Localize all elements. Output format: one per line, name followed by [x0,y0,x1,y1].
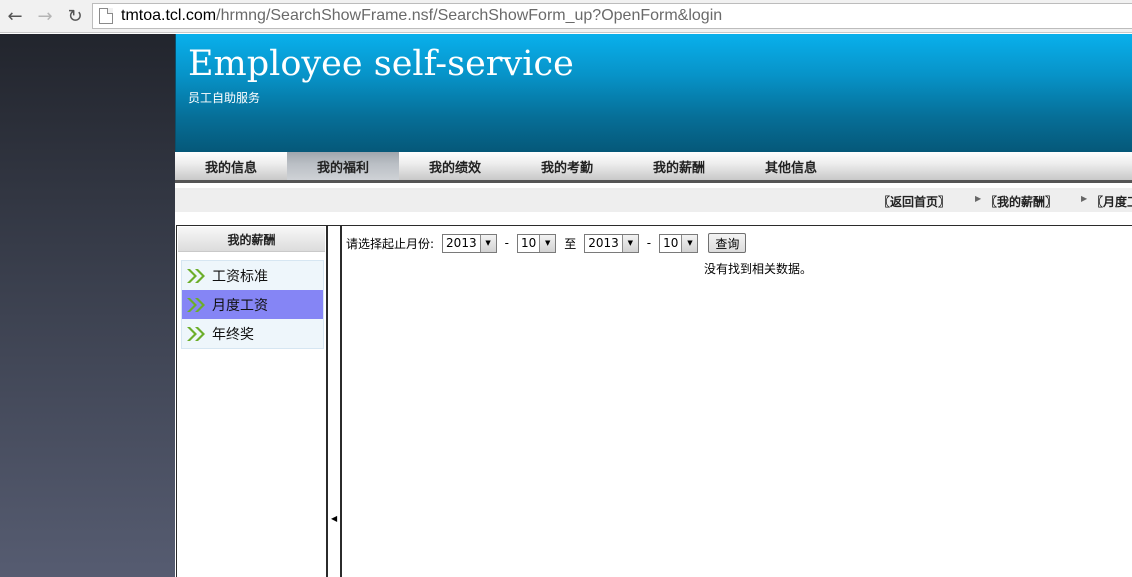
end-month-select[interactable]: 10 ▼ [659,233,699,253]
start-year-value: 2013 [446,236,477,250]
breadcrumb-home-link[interactable]: 〖返回首页〗 [878,193,950,210]
nav-item-my-attendance[interactable]: 我的考勤 [511,152,623,180]
start-month-select[interactable]: 10 ▼ [516,233,557,253]
query-button[interactable]: 查询 [708,233,747,253]
nav-item-my-info[interactable]: 我的信息 [175,152,287,180]
dropdown-arrow-icon[interactable]: ▼ [539,234,556,252]
end-year-value: 2013 [588,236,619,250]
dash-separator: - [646,236,652,250]
double-chevron-icon [187,268,205,283]
back-arrow-icon[interactable]: ← [4,5,26,27]
side-menu-item-label: 年终奖 [212,326,254,343]
no-data-message: 没有找到相关数据。 [704,262,813,276]
url-host: tmtoa.tcl.com [121,7,217,24]
side-menu-item-monthly-salary[interactable]: 月度工资 [182,290,323,319]
dropdown-arrow-icon[interactable]: ▼ [479,234,496,252]
end-year-select[interactable]: 2013 ▼ [584,233,639,253]
nav-item-my-performance[interactable]: 我的绩效 [399,152,511,180]
side-menu-item-label: 月度工资 [212,297,268,314]
start-year-select[interactable]: 2013 ▼ [442,233,497,253]
breadcrumb-current[interactable]: 〖月度工资〗 [1091,193,1132,210]
address-bar[interactable]: tmtoa.tcl.com/hrmng/SearchShowFrame.nsf/… [92,3,1132,29]
page-icon [99,8,113,24]
site-title: Employee self-service [188,44,574,84]
url-path: /hrmng/SearchShowFrame.nsf/SearchShowFor… [216,7,723,24]
forward-arrow-icon[interactable]: → [34,5,56,27]
collapse-arrow-icon[interactable]: ◀ [331,514,337,523]
start-month-value: 10 [520,236,537,250]
query-form: 请选择起止月份: 2013 ▼ - 10 ▼ 至 2013 ▼ - 10 ▼ 查… [346,232,747,254]
double-chevron-icon [187,326,205,341]
breadcrumb: 〖返回首页〗 ▶ 〖我的薪酬〗 ▶ 〖月度工资〗 [175,188,1132,212]
nav-item-other-info[interactable]: 其他信息 [735,152,847,180]
browser-toolbar: ← → ↻ tmtoa.tcl.com/hrmng/SearchShowFram… [0,0,1132,33]
side-menu-item-label: 工资标准 [212,268,268,285]
reload-icon[interactable]: ↻ [64,5,86,27]
side-menu-list: 工资标准 月度工资 年终奖 [181,260,324,349]
dropdown-arrow-icon[interactable]: ▼ [621,234,638,252]
end-month-value: 10 [663,236,679,250]
breadcrumb-arrow-icon: ▶ [1081,194,1088,203]
site-subtitle: 员工自助服务 [188,91,261,105]
to-separator: 至 [564,236,577,251]
side-menu-title: 我的薪酬 [178,227,325,252]
side-menu: 我的薪酬 工资标准 月度工资 年终奖 [176,225,328,577]
nav-item-my-benefits[interactable]: 我的福利 [287,152,399,180]
side-menu-item-year-end-bonus[interactable]: 年终奖 [182,319,323,348]
url-text[interactable]: tmtoa.tcl.com/hrmng/SearchShowFrame.nsf/… [121,7,722,25]
frame-splitter[interactable]: ◀ [328,225,342,577]
main-nav: 我的信息 我的福利 我的绩效 我的考勤 我的薪酬 其他信息 [175,152,1132,183]
date-range-label: 请选择起止月份: [346,236,435,251]
header-banner: Employee self-service 员工自助服务 [175,34,1132,152]
side-menu-item-salary-standard[interactable]: 工资标准 [182,261,323,290]
double-chevron-icon [187,297,205,312]
left-background-panel [0,34,175,577]
main-content: 请选择起止月份: 2013 ▼ - 10 ▼ 至 2013 ▼ - 10 ▼ 查… [342,225,1132,577]
nav-item-my-salary[interactable]: 我的薪酬 [623,152,735,180]
dropdown-arrow-icon[interactable]: ▼ [681,234,698,252]
breadcrumb-arrow-icon: ▶ [975,194,982,203]
dash-separator: - [504,236,509,250]
breadcrumb-salary-link[interactable]: 〖我的薪酬〗 [985,193,1057,210]
